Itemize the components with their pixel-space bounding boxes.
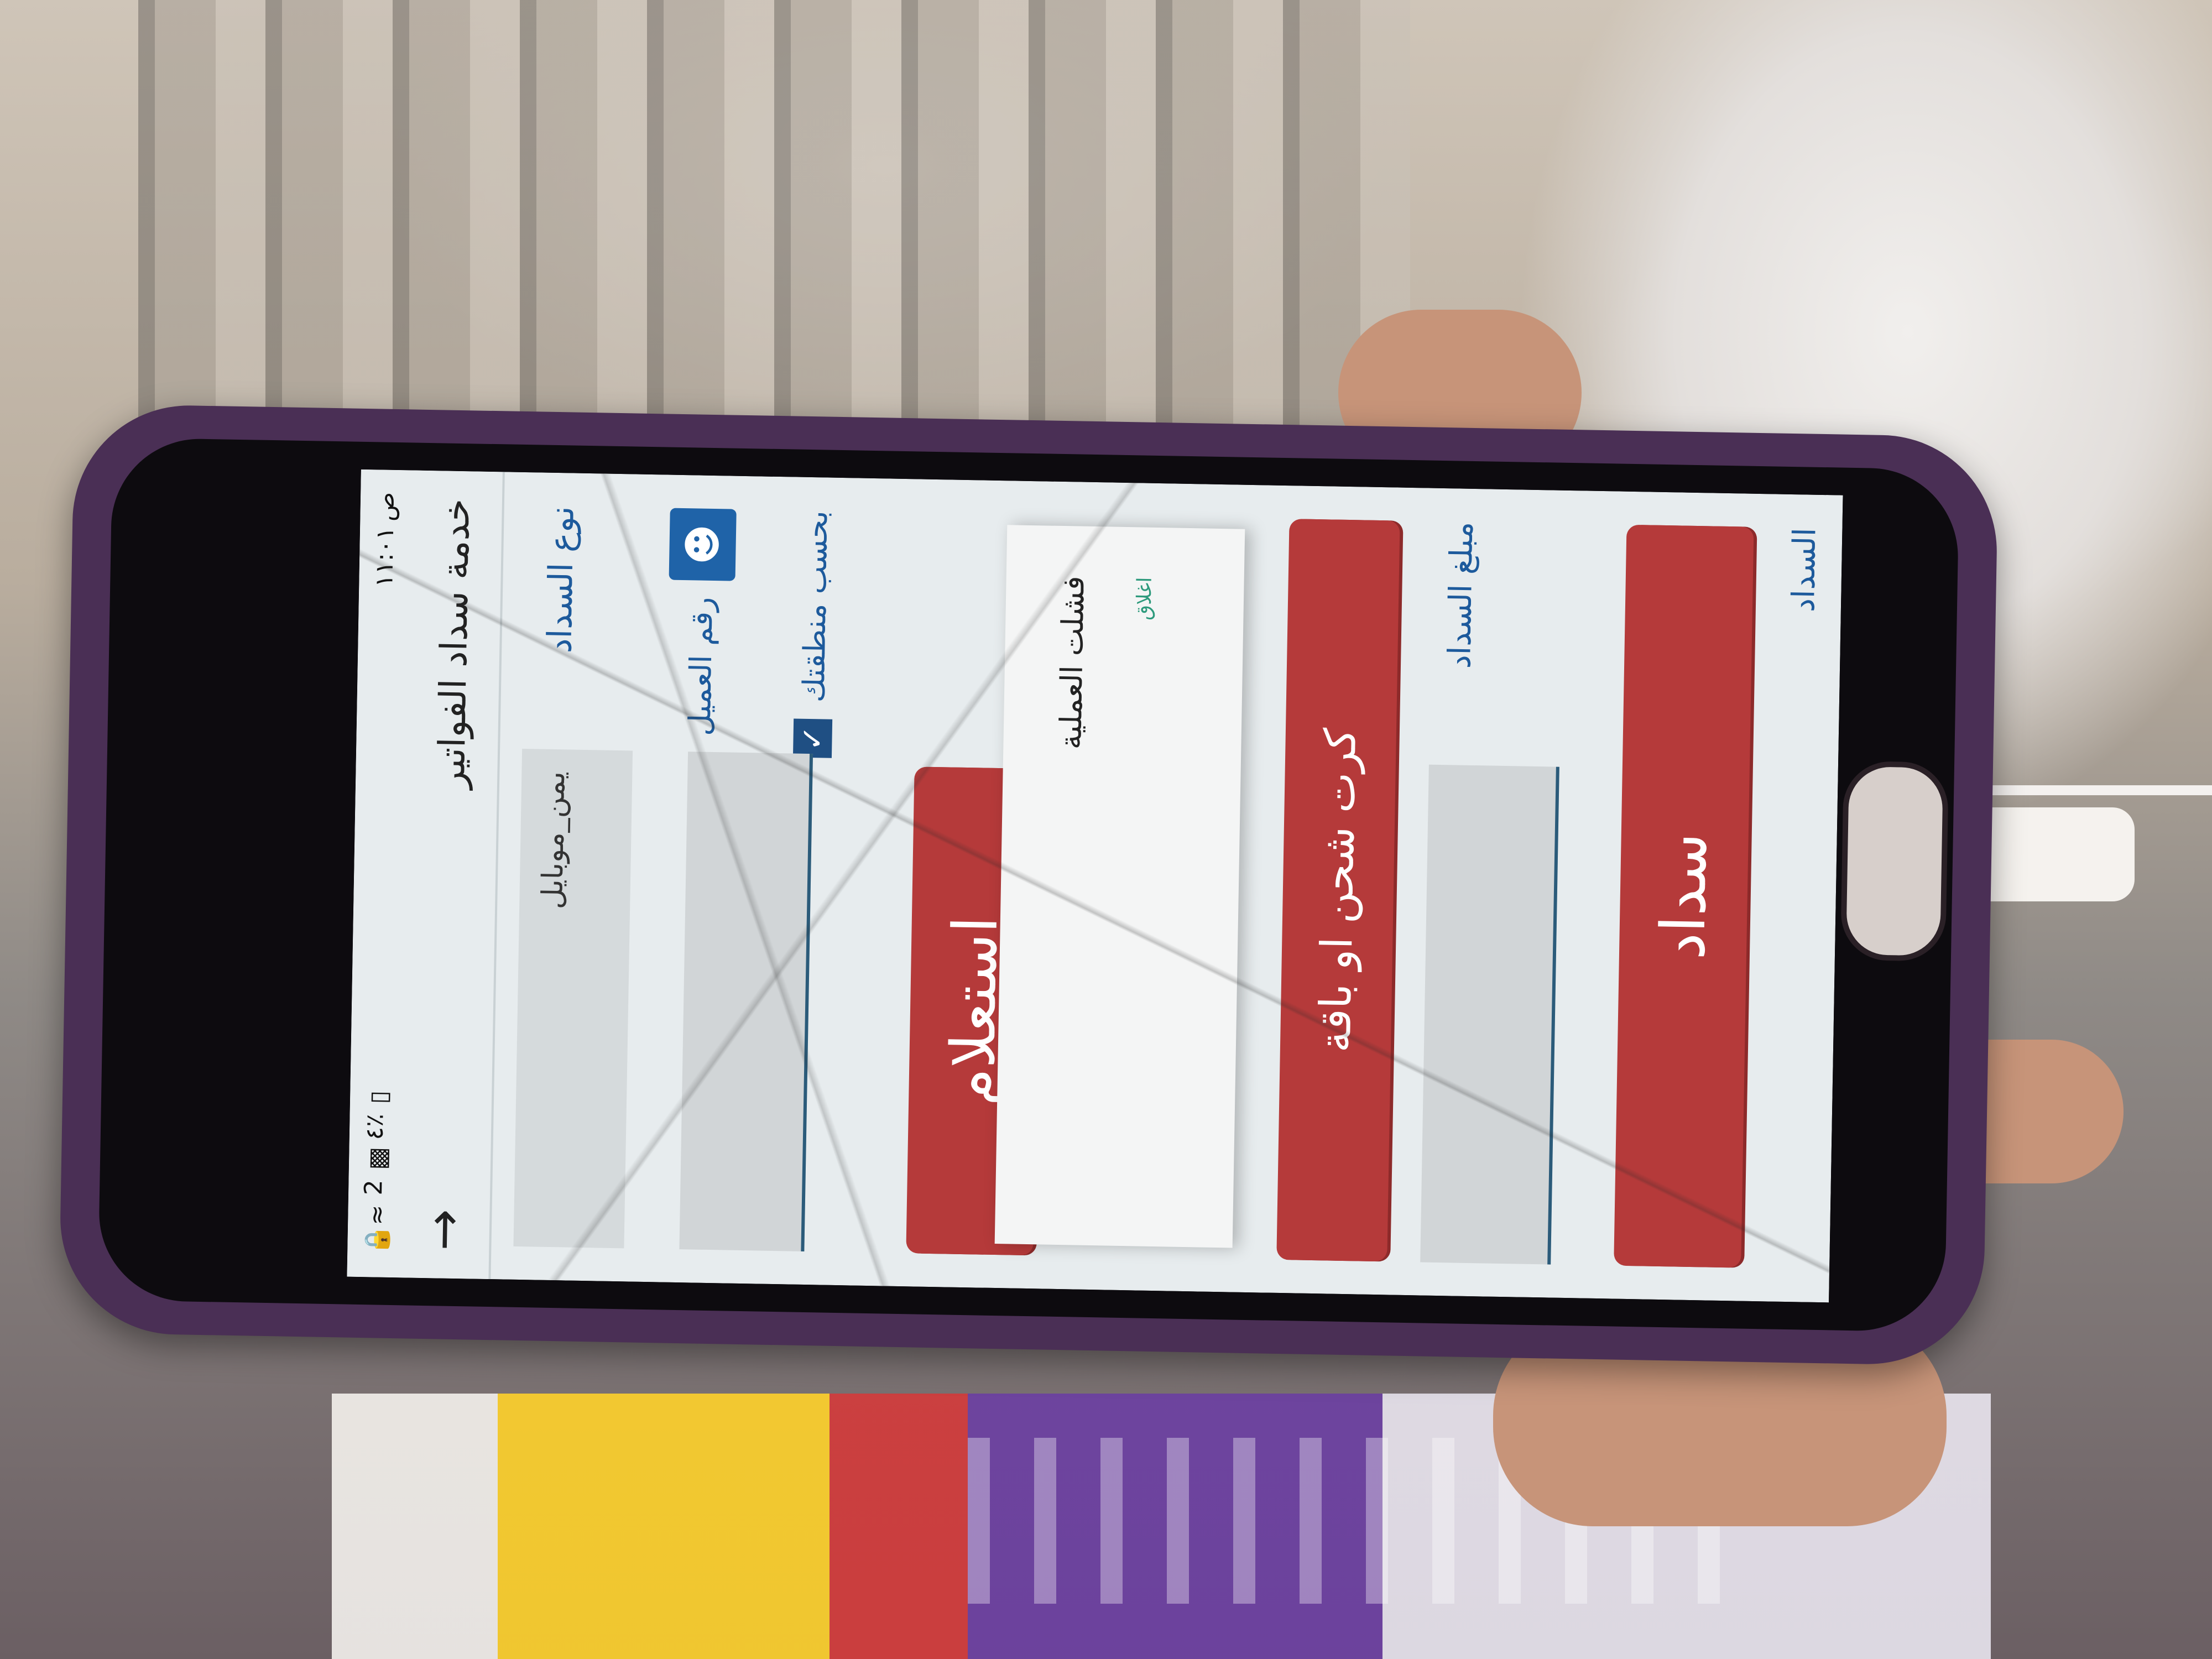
pay-button-label: سداد — [1647, 832, 1720, 961]
checkbox-checked-icon[interactable]: ✓ — [792, 718, 833, 758]
payment-type-label: نوع السداد — [540, 505, 582, 654]
app-bar: خدمة سداد الفواتير → — [397, 470, 505, 1280]
recharge-button[interactable]: كرت شحن او باقة — [1276, 519, 1400, 1262]
status-time-group: ص ١١:٠١ — [370, 492, 400, 587]
person-card-icon: ☻ — [669, 508, 737, 581]
battery-percent: ٤٪ — [360, 1113, 389, 1140]
background-shelf — [138, 0, 1410, 431]
status-period: ص — [371, 492, 400, 522]
screen-viewport: ص ١١:٠١ 🔒 ≈ 2 ▩ ٤٪ ▯ خدمة سداد الفواتير … — [347, 469, 1843, 1303]
payment-type-select[interactable]: يمن_موبايل — [513, 748, 633, 1249]
customer-number-input[interactable] — [679, 752, 813, 1252]
pay-button[interactable]: سداد — [1614, 524, 1754, 1268]
home-button[interactable] — [1840, 760, 1949, 962]
lock-icon: 🔒 — [363, 1224, 392, 1255]
page-title: خدمة سداد الفواتير — [430, 498, 478, 790]
option-by-region-label: بحسب منطقتك — [796, 510, 834, 703]
option-customer-number[interactable]: ☻ رقم العميل — [666, 508, 737, 737]
app-screen: ص ١١:٠١ 🔒 ≈ 2 ▩ ٤٪ ▯ خدمة سداد الفواتير … — [347, 469, 1843, 1303]
photo-scene: ص ١١:٠١ 🔒 ≈ 2 ▩ ٤٪ ▯ خدمة سداد الفواتير … — [0, 0, 2212, 1659]
signal-icon: ▩ — [363, 1146, 393, 1170]
amount-label: مبلغ السداد — [1441, 521, 1480, 669]
error-dialog: فشلت العملية اغلاق — [994, 525, 1245, 1248]
footer-partial-text: السداد — [1785, 527, 1823, 613]
sim-badge: 2 — [359, 1179, 388, 1196]
wifi-icon: ≈ — [363, 1204, 392, 1225]
status-icons: 🔒 ≈ 2 ▩ ٤٪ ▯ — [358, 1084, 394, 1255]
payment-type-value: يمن_موبايل — [536, 771, 572, 910]
status-time: ١١:٠١ — [369, 526, 399, 588]
battery-icon: ▯ — [364, 1090, 394, 1104]
recharge-button-label: كرت شحن او باقة — [1310, 727, 1366, 1053]
arrow-back-icon[interactable]: → — [414, 1208, 473, 1251]
option-customer-number-label: رقم العميل — [682, 597, 719, 737]
option-by-region[interactable]: بحسب منطقتك ✓ — [792, 510, 836, 758]
amount-input[interactable] — [1420, 764, 1559, 1265]
dialog-close-button[interactable]: اغلاق — [1133, 577, 1156, 620]
phone: ص ١١:٠١ 🔒 ≈ 2 ▩ ٤٪ ▯ خدمة سداد الفواتير … — [58, 403, 1999, 1366]
dialog-message: فشلت العملية — [1053, 575, 1091, 750]
